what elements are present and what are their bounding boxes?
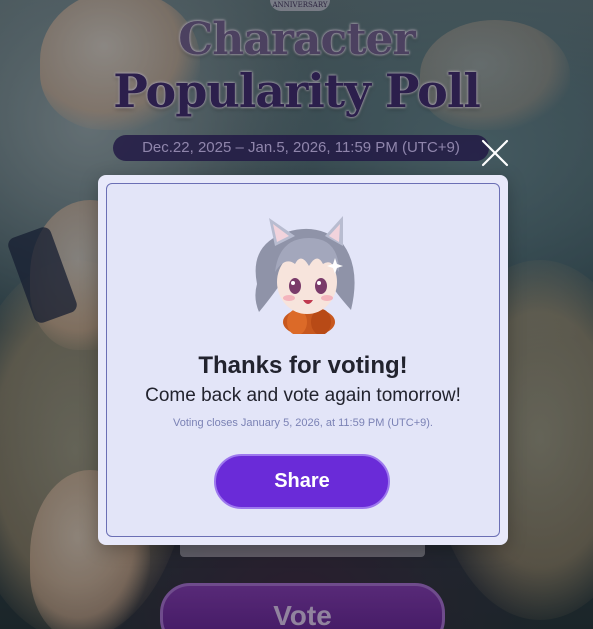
modal-frame: Thanks for voting! Come back and vote ag…: [106, 183, 500, 537]
modal-heading: Thanks for voting!: [198, 352, 408, 379]
modal-message: Come back and vote again tomorrow!: [145, 385, 461, 406]
mascot-icon: [239, 214, 369, 336]
vote-confirmation-modal: Thanks for voting! Come back and vote ag…: [98, 175, 508, 545]
voting-deadline-note: Voting closes January 5, 2026, at 11:59 …: [173, 417, 433, 429]
close-icon[interactable]: [479, 137, 511, 169]
share-button[interactable]: Share: [214, 454, 390, 509]
